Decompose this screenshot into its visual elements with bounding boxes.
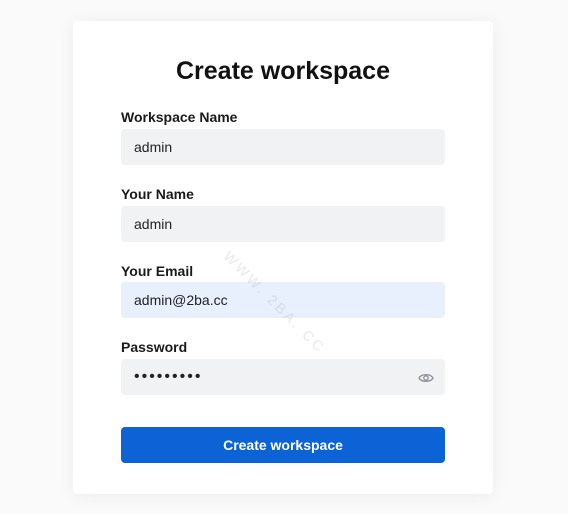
password-label: Password <box>121 339 188 355</box>
your-name-input[interactable] <box>121 206 445 242</box>
password-input[interactable] <box>121 359 445 395</box>
page-title: Create workspace <box>175 57 390 85</box>
workspace-name-input[interactable] <box>121 129 445 165</box>
password-field <box>121 359 445 395</box>
your-email-input[interactable] <box>121 282 445 318</box>
your-email-label: Your Email <box>121 263 194 279</box>
your-name-label: Your Name <box>121 186 194 202</box>
eye-icon[interactable] <box>418 371 434 383</box>
create-workspace-card: Create workspace Workspace Name Your Nam… <box>73 21 493 494</box>
create-workspace-button[interactable]: Create workspace <box>121 427 445 463</box>
workspace-name-label: Workspace Name <box>121 109 238 125</box>
